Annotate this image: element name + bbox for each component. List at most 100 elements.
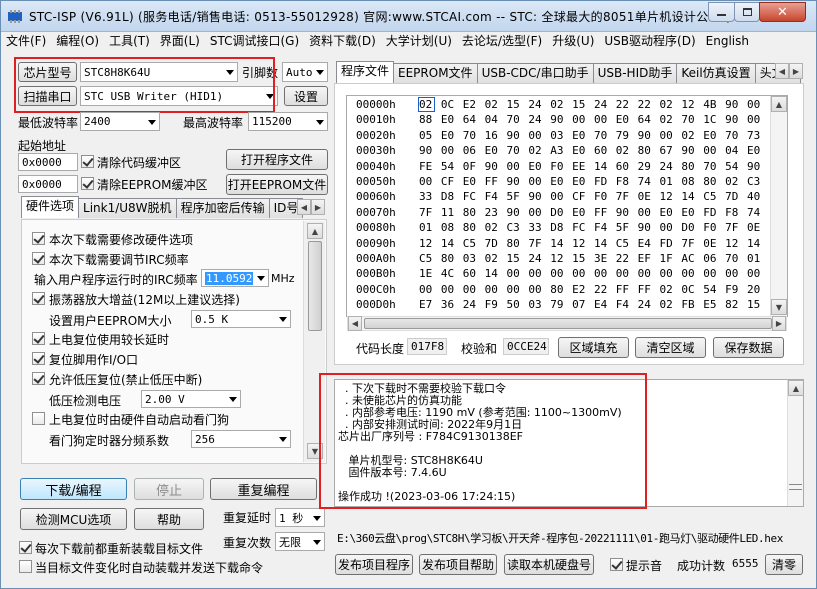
menu-item[interactable]: 编程(O) — [51, 32, 104, 51]
open-program-file-button[interactable]: 打开程序文件 — [226, 149, 328, 170]
hex-bytes: 02 0C E2 02 15 24 02 15 24 22 22 02 12 4… — [419, 98, 761, 111]
main-tab-scroll-left[interactable]: ◀ — [775, 63, 789, 79]
clear-eeprom-checkbox[interactable] — [81, 177, 94, 190]
min-baud-select[interactable]: 2400 — [80, 112, 160, 131]
scroll-left-button[interactable]: ◀ — [348, 316, 362, 331]
output-log[interactable]: ▲ . 下次下载时不需要校验下载口令 . 未使能芯片的仿真功能 . 内部参考电压… — [334, 379, 804, 507]
fill-region-button[interactable]: 区域填充 — [558, 337, 629, 358]
checksum-value: 0CCE24 — [503, 338, 549, 355]
hex-address: 000D0h — [356, 298, 396, 312]
tab-main[interactable]: 程序文件 — [336, 61, 395, 83]
maximize-button[interactable] — [734, 2, 760, 22]
read-disk-number-button[interactable]: 读取本机硬盘号 — [504, 554, 594, 575]
scroll-down-button[interactable]: ▼ — [307, 443, 323, 459]
menu-item[interactable]: English — [701, 32, 754, 51]
detect-mcu-button[interactable]: 检测MCU选项 — [20, 508, 127, 530]
hex-hscrollbar[interactable]: ◀ ▶ — [347, 316, 787, 331]
osc-gain-checkbox[interactable] — [32, 292, 45, 305]
hex-vscrollbar[interactable]: ▲ ▼ — [770, 96, 787, 316]
pin-select[interactable]: Auto — [282, 62, 328, 82]
chevron-right-icon: ▶ — [314, 202, 322, 212]
tab-scroll-right[interactable]: ▶ — [311, 199, 325, 215]
hex-bytes: 33 D8 FC F4 5F 90 00 CF F0 7F 0E 12 14 C… — [419, 190, 761, 204]
max-baud-select[interactable]: 115200 — [248, 112, 328, 131]
menu-item[interactable]: STC调试接口(G) — [205, 32, 304, 51]
modify-hw-options-checkbox[interactable] — [32, 232, 45, 245]
tab-option[interactable]: Link1/U8W脱机 — [78, 198, 177, 218]
scroll-up-button[interactable]: ▲ — [771, 96, 787, 112]
repeat-delay-select[interactable]: 1 秒 — [275, 508, 325, 527]
repeat-count-select[interactable]: 无限 — [275, 532, 325, 551]
menu-item[interactable]: 资料下载(D) — [304, 32, 381, 51]
settings-button[interactable]: 设置 — [284, 86, 328, 106]
tab-main[interactable]: Keil仿真设置 — [676, 63, 756, 83]
tab-main[interactable]: EEPROM文件 — [393, 63, 478, 83]
log-line: 固件版本号: 7.4.6U — [338, 466, 447, 479]
scroll-thumb[interactable] — [789, 484, 802, 490]
eeprom-size-select[interactable]: 0.5 K — [191, 310, 291, 328]
scroll-up-button[interactable]: ▲ — [307, 223, 323, 239]
tab-main[interactable]: USB-HID助手 — [592, 63, 678, 83]
chip-select[interactable]: STC8H8K64U — [80, 62, 238, 82]
tab-scroll-left[interactable]: ◀ — [297, 199, 311, 215]
open-eeprom-file-button[interactable]: 打开EEPROM文件 — [226, 174, 328, 195]
menu-item[interactable]: 界面(L) — [155, 32, 205, 51]
clear-region-button[interactable]: 清空区域 — [635, 337, 706, 358]
chip-type-button[interactable]: 芯片型号 — [18, 62, 77, 82]
hex-address: 00070h — [356, 205, 396, 219]
irc-freq-select[interactable]: 11.0592 — [201, 269, 269, 287]
scan-port-button[interactable]: 扫描串口 — [18, 86, 77, 106]
code-addr-input[interactable]: 0x0000 — [18, 153, 78, 171]
low-voltage-select[interactable]: 2.00 V — [141, 390, 241, 408]
help-button[interactable]: 帮助 — [134, 508, 204, 530]
hex-address: 00090h — [356, 236, 396, 250]
adjust-irc-checkbox[interactable] — [32, 252, 45, 265]
menu-item[interactable]: USB驱动程序(D) — [599, 32, 700, 51]
save-data-button[interactable]: 保存数据 — [713, 337, 784, 358]
menu-item[interactable]: 大学计划(U) — [381, 32, 457, 51]
reset-pin-io-checkbox[interactable] — [32, 352, 45, 365]
hex-view[interactable]: 00000h 02 0C E2 02 15 24 02 15 24 22 22 0… — [346, 95, 788, 317]
menu-item[interactable]: 升级(U) — [547, 32, 599, 51]
publish-help-button[interactable]: 发布项目帮助 — [419, 554, 497, 575]
publish-program-button[interactable]: 发布项目程序 — [335, 554, 413, 575]
port-select[interactable]: STC USB Writer (HID1) — [80, 86, 278, 106]
options-scrollbar[interactable]: ▲ ▼ — [303, 221, 325, 462]
beep-checkbox[interactable] — [610, 558, 623, 571]
download-program-button[interactable]: 下载/编程 — [20, 478, 127, 500]
tab-option[interactable]: 硬件选项 — [21, 196, 80, 218]
chevron-down-icon — [316, 119, 324, 125]
auto-load-checkbox[interactable] — [19, 560, 32, 573]
menu-item[interactable]: 工具(T) — [104, 32, 155, 51]
clear-code-checkbox[interactable] — [81, 155, 94, 168]
close-button[interactable]: ✕ — [759, 2, 806, 22]
minimize-button[interactable] — [708, 2, 735, 22]
auto-watchdog-checkbox[interactable] — [32, 412, 45, 425]
auto-load-label: 当目标文件变化时自动装载并发送下载命令 — [35, 561, 264, 575]
hscroll-thumb[interactable] — [364, 318, 772, 329]
tab-main[interactable]: USB-CDC/串口助手 — [476, 63, 594, 83]
wdt-prescale-label: 看门狗定时器分频系数 — [49, 434, 170, 448]
main-tab-scroll-right[interactable]: ▶ — [789, 63, 803, 79]
scroll-right-button[interactable]: ▶ — [772, 316, 786, 331]
low-voltage-reset-checkbox[interactable] — [32, 372, 45, 385]
scroll-down-button[interactable]: ▼ — [771, 299, 787, 315]
code-length-label: 代码长度 — [356, 342, 405, 356]
chevron-left-icon: ◀ — [778, 66, 786, 76]
tab-option[interactable]: 程序加密后传输 — [175, 198, 270, 218]
hex-cursor — [418, 97, 435, 112]
wdt-prescale-select[interactable]: 256 — [191, 430, 291, 448]
reload-before-download-checkbox[interactable] — [19, 541, 32, 554]
chevron-down-icon — [313, 539, 321, 545]
long-reset-delay-checkbox[interactable] — [32, 332, 45, 345]
max-baud-value: 115200 — [252, 115, 292, 128]
menu-item[interactable]: 去论坛/选型(F) — [457, 32, 547, 51]
repeat-program-button[interactable]: 重复编程 — [210, 478, 317, 500]
menu-item[interactable]: 文件(F) — [1, 32, 51, 51]
stop-button[interactable]: 停止 — [134, 478, 204, 500]
scroll-thumb[interactable] — [308, 241, 322, 331]
scroll-up-button[interactable]: ▲ — [788, 380, 803, 396]
eeprom-addr-input[interactable]: 0x0000 — [18, 175, 78, 193]
clear-count-button[interactable]: 清零 — [765, 554, 803, 575]
log-scrollbar[interactable]: ▲ — [787, 380, 803, 506]
